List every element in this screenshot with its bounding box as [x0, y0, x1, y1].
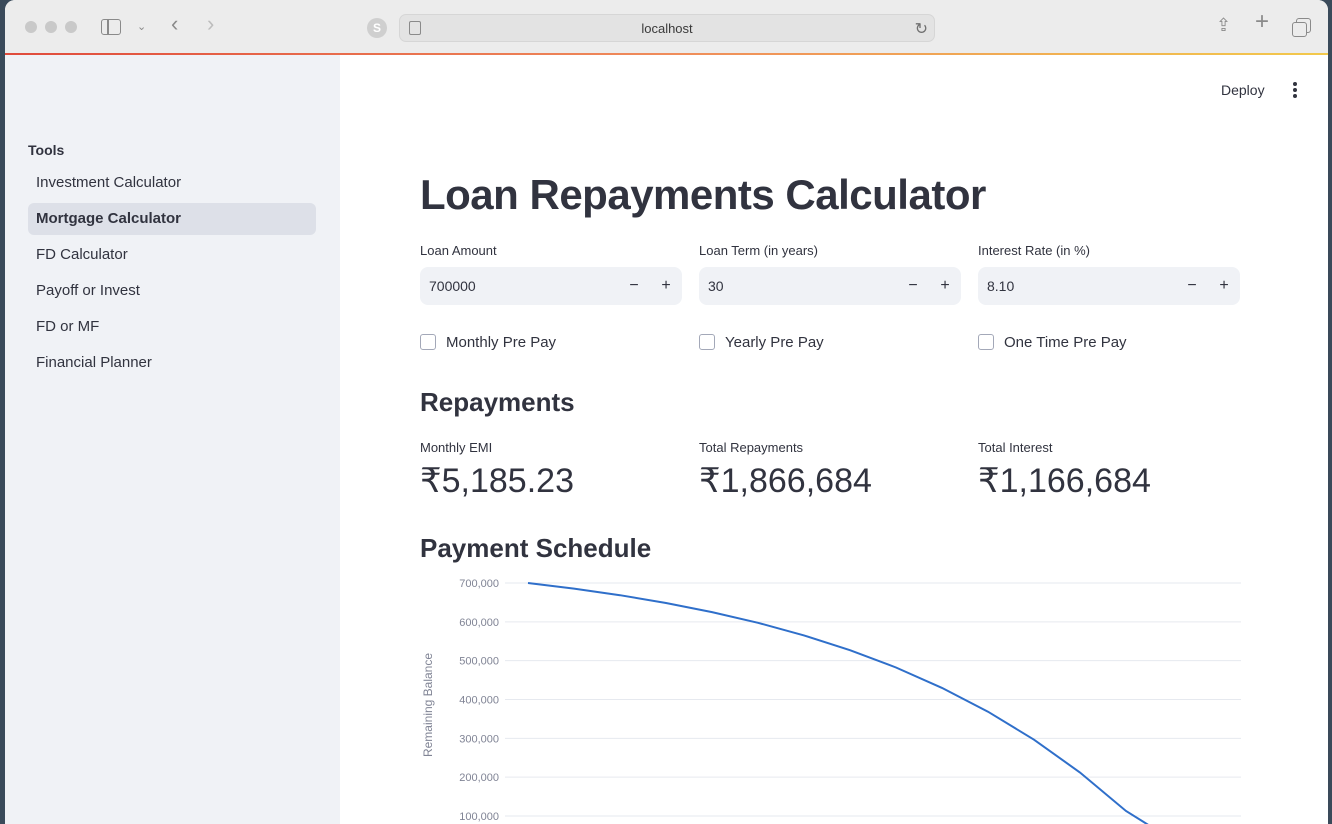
total-interest-value: ₹1,166,684 — [978, 462, 1151, 500]
y-tick-label: 400,000 — [459, 695, 499, 707]
monthly-pre-pay-label[interactable]: Monthly Pre Pay — [446, 334, 556, 351]
sidebar-toggle-icon[interactable] — [101, 19, 121, 35]
payment-schedule-chart: 700,000 600,000 500,000 400,000 300,000 200,0… — [421, 578, 1241, 824]
share-icon[interactable]: ⇪ — [1216, 16, 1231, 34]
interest-rate-decrement-button[interactable]: − — [1176, 267, 1208, 305]
loan-term-label: Loan Term (in years) — [699, 243, 818, 258]
payment-schedule-heading: Payment Schedule — [420, 533, 652, 563]
monthly-emi-value: ₹5,185.23 — [420, 462, 574, 500]
y-tick-label: 200,000 — [459, 772, 499, 784]
monthly-emi-label: Monthly EMI — [420, 440, 493, 455]
total-repayments-value: ₹1,866,684 — [699, 462, 872, 500]
sidebar-heading: Tools — [28, 142, 65, 158]
sidebar-item-payoff-or-invest[interactable]: Payoff or Invest — [28, 275, 316, 307]
y-tick-label: 500,000 — [459, 656, 499, 668]
minimize-window-icon[interactable] — [45, 21, 57, 33]
one-time-pre-pay-label[interactable]: One Time Pre Pay — [1004, 334, 1127, 351]
yearly-pre-pay-label[interactable]: Yearly Pre Pay — [725, 334, 824, 351]
loan-term-decrement-button[interactable]: − — [897, 267, 929, 305]
title-bar: ⌄ ‹ › S localhost ↻ ⇪ + — [5, 0, 1328, 54]
y-tick-label: 100,000 — [459, 811, 499, 823]
chevron-down-icon[interactable]: ⌄ — [137, 19, 146, 35]
interest-rate-input[interactable]: 8.10 − + — [978, 267, 1240, 305]
checkbox-box[interactable] — [978, 334, 994, 350]
remaining-balance-line — [527, 582, 1149, 824]
reload-icon[interactable]: ↻ — [915, 19, 928, 39]
tab-overview-icon[interactable] — [1292, 18, 1311, 37]
deploy-button[interactable]: Deploy — [1221, 82, 1265, 98]
more-options-icon[interactable] — [1285, 81, 1305, 101]
y-tick-label: 600,000 — [459, 617, 499, 629]
page-title: Loan Repayments Calculator — [420, 171, 986, 218]
interest-rate-label: Interest Rate (in %) — [978, 243, 1090, 258]
y-tick-label: 700,000 — [459, 578, 499, 590]
loan-amount-increment-button[interactable]: + — [650, 267, 682, 305]
loan-term-increment-button[interactable]: + — [929, 267, 961, 305]
sidebar-item-fd-calculator[interactable]: FD Calculator — [28, 239, 316, 271]
browser-window: ⌄ ‹ › S localhost ↻ ⇪ + Tools Investment… — [5, 0, 1328, 824]
interest-rate-increment-button[interactable]: + — [1208, 267, 1240, 305]
close-window-icon[interactable] — [25, 21, 37, 33]
forward-arrow-icon[interactable]: › — [207, 13, 214, 35]
sidebar-item-fd-or-mf[interactable]: FD or MF — [28, 311, 316, 343]
repayments-heading: Repayments — [420, 387, 575, 417]
loan-amount-value[interactable]: 700000 — [429, 278, 476, 294]
total-repayments-label: Total Repayments — [699, 440, 804, 455]
loan-amount-input[interactable]: 700000 − + — [420, 267, 682, 305]
back-arrow-icon[interactable]: ‹ — [171, 13, 178, 35]
sidebar-item-financial-planner[interactable]: Financial Planner — [28, 347, 316, 379]
y-axis-label: Remaining Balance — [421, 653, 435, 757]
checkbox-box[interactable] — [699, 334, 715, 350]
interest-rate-value[interactable]: 8.10 — [987, 278, 1014, 294]
checkbox-box[interactable] — [420, 334, 436, 350]
sidebar-item-investment-calculator[interactable]: Investment Calculator — [28, 167, 316, 199]
total-interest-label: Total Interest — [978, 440, 1053, 455]
loan-amount-label: Loan Amount — [420, 243, 497, 258]
sidebar-item-mortgage-calculator[interactable]: Mortgage Calculator — [28, 203, 316, 235]
loan-term-input[interactable]: 30 − + — [699, 267, 961, 305]
main-content: Deploy Loan Repayments Calculator Loan A… — [340, 55, 1328, 824]
site-badge-icon: S — [367, 18, 387, 38]
loan-amount-decrement-button[interactable]: − — [618, 267, 650, 305]
zoom-window-icon[interactable] — [65, 21, 77, 33]
loan-term-value[interactable]: 30 — [708, 278, 724, 294]
new-tab-icon[interactable]: + — [1255, 10, 1269, 34]
url-text: localhost — [641, 21, 693, 36]
y-tick-label: 300,000 — [459, 733, 499, 745]
sidebar: Tools Investment Calculator Mortgage Cal… — [5, 55, 340, 824]
address-bar[interactable]: localhost ↻ — [399, 14, 935, 42]
